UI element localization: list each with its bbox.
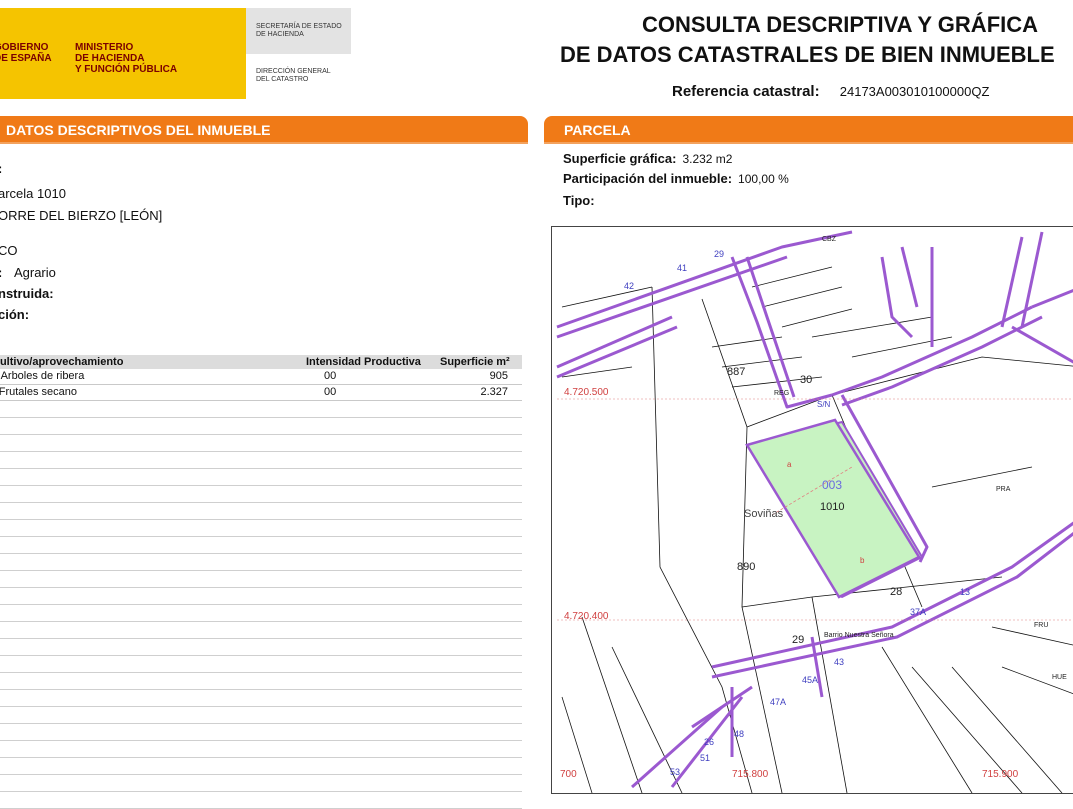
table-row <box>0 435 522 452</box>
coord-x1: 700 <box>560 769 577 780</box>
label-45a: 45A <box>802 675 818 685</box>
coord-y1: 4.720.500 <box>564 387 609 398</box>
table-row <box>0 486 522 503</box>
subparcel-b: b <box>860 556 865 565</box>
field-location-label: : <box>0 161 2 176</box>
label-sn: S/N <box>817 400 831 409</box>
cadastral-reference: Referencia catastral: 24173A003010100000… <box>672 83 990 100</box>
table-row <box>0 707 522 724</box>
cadastral-map-svg: 4.720.500 4.720.400 700 715.800 715.900 … <box>556 230 1073 793</box>
table-header: Cultivo/aprovechamiento Intensidad Produ… <box>0 355 522 369</box>
secretaria-text: SECRETARÍA DE ESTADO DE HACIENDA <box>256 23 342 38</box>
parcel-29: 29 <box>792 634 804 646</box>
table-row <box>0 605 522 622</box>
label-43: 43 <box>834 657 844 667</box>
crops-table: Cultivo/aprovechamiento Intensidad Produ… <box>0 355 522 809</box>
divider <box>0 142 528 144</box>
parcel-887: 887 <box>727 366 745 378</box>
table-row <box>0 622 522 639</box>
field-construction-year: ción: <box>0 307 30 322</box>
label-cbz: CBZ <box>822 236 837 243</box>
coord-x3: 715.900 <box>982 769 1019 780</box>
table-row <box>0 741 522 758</box>
label-26: 26 <box>704 737 714 747</box>
type-label: Tipo: <box>563 193 595 208</box>
table-row <box>0 775 522 792</box>
table-row <box>0 724 522 741</box>
table-row <box>0 639 522 656</box>
subparcel-a: a <box>787 460 792 469</box>
table-row <box>0 520 522 537</box>
label-47a: 47A <box>770 697 786 707</box>
table-row <box>0 758 522 775</box>
document-title: CONSULTA DESCRIPTIVA Y GRÁFICA DE DATOS … <box>560 12 1055 67</box>
label-53: 53 <box>670 767 680 777</box>
parcel-header: PARCELA <box>544 116 1073 142</box>
table-row <box>0 656 522 673</box>
label-13: 13 <box>960 587 970 597</box>
property-participation: Participación del inmueble: 100,00 % <box>563 171 789 186</box>
polygon-number: 003 <box>822 478 842 492</box>
table-row <box>0 418 522 435</box>
empty-rows <box>0 401 522 809</box>
label-fru: FRU <box>1034 622 1048 629</box>
divider <box>544 142 1073 144</box>
neighbourhood-name: Barrio Nuestra Señora <box>824 632 894 639</box>
field-municipality: ORRE DEL BIERZO [LEÓN] <box>0 208 163 223</box>
table-row <box>0 554 522 571</box>
field-parcel: arcela 1010 <box>0 186 66 201</box>
place-name: Soviñas <box>744 508 784 520</box>
parcel-30: 30 <box>800 374 812 386</box>
ministerio-text: MINISTERIO DE HACIENDA Y FUNCIÓN PÚBLICA <box>75 42 178 75</box>
table-row <box>0 690 522 707</box>
field-built-area: nstruida: <box>0 286 54 301</box>
table-row <box>0 503 522 520</box>
direccion-text: DIRECCIÓN GENERAL DEL CATASTRO <box>256 68 331 83</box>
table-row <box>0 537 522 554</box>
parcel-number: 1010 <box>820 501 844 513</box>
descriptive-data-header: DATOS DESCRIPTIVOS DEL INMUEBLE <box>0 116 528 142</box>
label-hue: HUE <box>1052 674 1067 681</box>
field-use: : Agrario <box>0 265 56 280</box>
gobierno-text: GOBIERNO DE ESPAÑA <box>0 42 52 64</box>
label-reg: REG <box>774 390 789 397</box>
table-row <box>0 469 522 486</box>
cadastral-map: 4.720.500 4.720.400 700 715.800 715.900 … <box>551 226 1073 794</box>
coord-y2: 4.720.400 <box>564 611 609 622</box>
table-row <box>0 673 522 690</box>
label-51: 51 <box>700 753 710 763</box>
graphic-surface: Superficie gráfica: 3.232 m2 <box>563 151 733 166</box>
table-row <box>0 792 522 809</box>
label-29: 29 <box>714 249 724 259</box>
label-42: 42 <box>624 281 634 291</box>
field-class: CO <box>0 243 18 258</box>
table-row: - Frutales secano 00 2.327 <box>0 385 522 401</box>
parcel-28: 28 <box>890 586 902 598</box>
coord-x2: 715.800 <box>732 769 769 780</box>
label-pra: PRA <box>996 486 1011 493</box>
table-row <box>0 588 522 605</box>
table-row: d Arboles de ribera 00 905 <box>0 369 522 385</box>
label-37a: 37A <box>910 607 926 617</box>
label-48: 48 <box>734 729 744 739</box>
table-row <box>0 452 522 469</box>
label-41: 41 <box>677 263 687 273</box>
parcel-890: 890 <box>737 561 755 573</box>
table-row <box>0 571 522 588</box>
table-row <box>0 401 522 418</box>
